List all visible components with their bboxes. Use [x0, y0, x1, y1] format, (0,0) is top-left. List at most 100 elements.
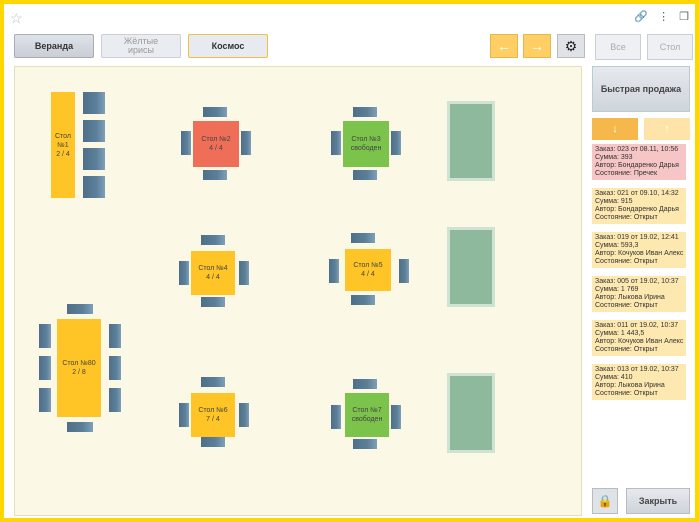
window-controls: 🔗 ⋮ ❐	[634, 10, 689, 23]
table-7[interactable]: Стол №7 свободен	[345, 393, 389, 437]
table-3[interactable]: Стол №3 свободен	[343, 121, 389, 167]
chair	[83, 176, 105, 198]
table-5[interactable]: Стол №5 4 / 4	[345, 249, 391, 291]
chair	[331, 405, 341, 429]
all-button[interactable]: Все	[595, 34, 641, 60]
chair	[109, 324, 121, 348]
order-card[interactable]: Заказ: 021 от 09.10, 14:32 Сумма: 915 Ав…	[592, 188, 686, 224]
chair	[353, 170, 377, 180]
orders-sidebar: Быстрая продажа ↓ ↑ Заказ: 023 от 08.11,…	[592, 66, 695, 400]
chair	[351, 233, 375, 243]
table-name: Стол №6	[198, 407, 228, 414]
chair	[391, 405, 401, 429]
chair	[203, 107, 227, 117]
table-name: Стол №1	[54, 132, 71, 149]
hall-tabs: Веранда Жёлтые ирисы Космос	[14, 34, 268, 58]
chair	[39, 388, 51, 412]
chair	[329, 259, 339, 283]
prev-arrow-button[interactable]: ←	[490, 34, 518, 58]
arrow-up-icon: ↑	[664, 123, 670, 135]
tab-yellow-irises[interactable]: Жёлтые ирисы	[101, 34, 181, 58]
app-window: ☆ 🔗 ⋮ ❐ Веранда Жёлтые ирисы Космос ← → …	[4, 4, 695, 518]
favorite-star-icon[interactable]: ☆	[10, 10, 23, 27]
more-icon[interactable]: ⋮	[658, 10, 669, 23]
table-info: 7 / 4	[206, 416, 220, 423]
arrow-down-icon: ↓	[612, 123, 618, 135]
table-info: свободен	[350, 145, 382, 152]
table-button[interactable]: Стол	[647, 34, 693, 60]
order-card[interactable]: Заказ: 019 от 19.02, 12:41 Сумма: 593,3 …	[592, 232, 686, 268]
chair	[109, 388, 121, 412]
table-info: 4 / 4	[361, 271, 375, 278]
tab-kosmos[interactable]: Космос	[188, 34, 268, 58]
next-arrow-button[interactable]: →	[523, 34, 551, 58]
table-info: 2 / 4	[56, 150, 70, 158]
chair	[353, 379, 377, 389]
order-nav: ↓ ↑	[592, 118, 695, 140]
chair	[179, 403, 189, 427]
settings-button[interactable]: ⚙	[557, 34, 585, 58]
arrow-left-icon: ←	[497, 38, 511, 54]
table-name: Стол №80	[62, 360, 96, 367]
table-name: Стол №5	[353, 262, 383, 269]
chair	[239, 261, 249, 285]
chair	[83, 92, 105, 114]
table-info: 2 / 8	[72, 369, 86, 376]
table-name: Стол №4	[198, 265, 228, 272]
table-6[interactable]: Стол №6 7 / 4	[191, 393, 235, 437]
sofa	[447, 373, 495, 453]
chair	[399, 259, 409, 283]
chair	[83, 148, 105, 170]
chair	[201, 377, 225, 387]
table-4[interactable]: Стол №4 4 / 4	[191, 251, 235, 295]
order-card[interactable]: Заказ: 013 от 19.02, 10:37 Сумма: 410 Ав…	[592, 364, 686, 400]
chair	[39, 324, 51, 348]
gear-icon: ⚙	[564, 37, 578, 54]
chair	[67, 422, 93, 432]
chair	[201, 297, 225, 307]
chair	[353, 107, 377, 117]
table-info: 4 / 4	[206, 274, 220, 281]
chair	[239, 403, 249, 427]
chair	[391, 131, 401, 155]
lock-icon: 🔒	[597, 494, 613, 508]
table-info: 4 / 4	[209, 145, 223, 152]
table-2[interactable]: Стол №2 4 / 4	[193, 121, 239, 167]
table-name: Стол №2	[201, 136, 231, 143]
chair	[39, 356, 51, 380]
table-info: свободен	[351, 416, 383, 423]
chair	[351, 295, 375, 305]
chair	[241, 131, 251, 155]
chair	[67, 304, 93, 314]
chair	[109, 356, 121, 380]
sofa	[447, 101, 495, 181]
restore-icon[interactable]: ❐	[679, 10, 689, 23]
table-80[interactable]: Стол №80 2 / 8	[57, 319, 101, 417]
chair	[331, 131, 341, 155]
chair	[203, 170, 227, 180]
table-name: Стол №7	[352, 407, 382, 414]
table-name: Стол №3	[351, 136, 381, 143]
order-card[interactable]: Заказ: 005 от 19.02, 10:37 Сумма: 1 769 …	[592, 276, 686, 312]
scroll-up-button[interactable]: ↑	[644, 118, 690, 140]
close-button[interactable]: Закрыть	[626, 488, 690, 514]
order-card[interactable]: Заказ: 011 от 19.02, 10:37 Сумма: 1 443,…	[592, 320, 686, 356]
link-icon[interactable]: 🔗	[634, 10, 648, 23]
chair	[179, 261, 189, 285]
title-bar: ☆ 🔗 ⋮ ❐	[4, 4, 695, 32]
scroll-down-button[interactable]: ↓	[592, 118, 638, 140]
chair	[83, 120, 105, 142]
chair	[201, 235, 225, 245]
tab-veranda[interactable]: Веранда	[14, 34, 94, 58]
fast-sale-button[interactable]: Быстрая продажа	[592, 66, 690, 112]
floor-plan: Стол №1 2 / 4 Стол №2 4 / 4 Стол №3 свободе…	[14, 66, 582, 516]
chair	[353, 439, 377, 449]
sofa	[447, 227, 495, 307]
bottom-bar: 🔒 Закрыть	[592, 488, 690, 514]
lock-button[interactable]: 🔒	[592, 488, 618, 514]
table-1[interactable]: Стол №1 2 / 4	[51, 92, 75, 198]
chair	[201, 437, 225, 447]
arrow-right-icon: →	[530, 38, 544, 54]
chair	[181, 131, 191, 155]
order-card[interactable]: Заказ: 023 от 08.11, 10:56 Сумма: 393 Ав…	[592, 144, 686, 180]
